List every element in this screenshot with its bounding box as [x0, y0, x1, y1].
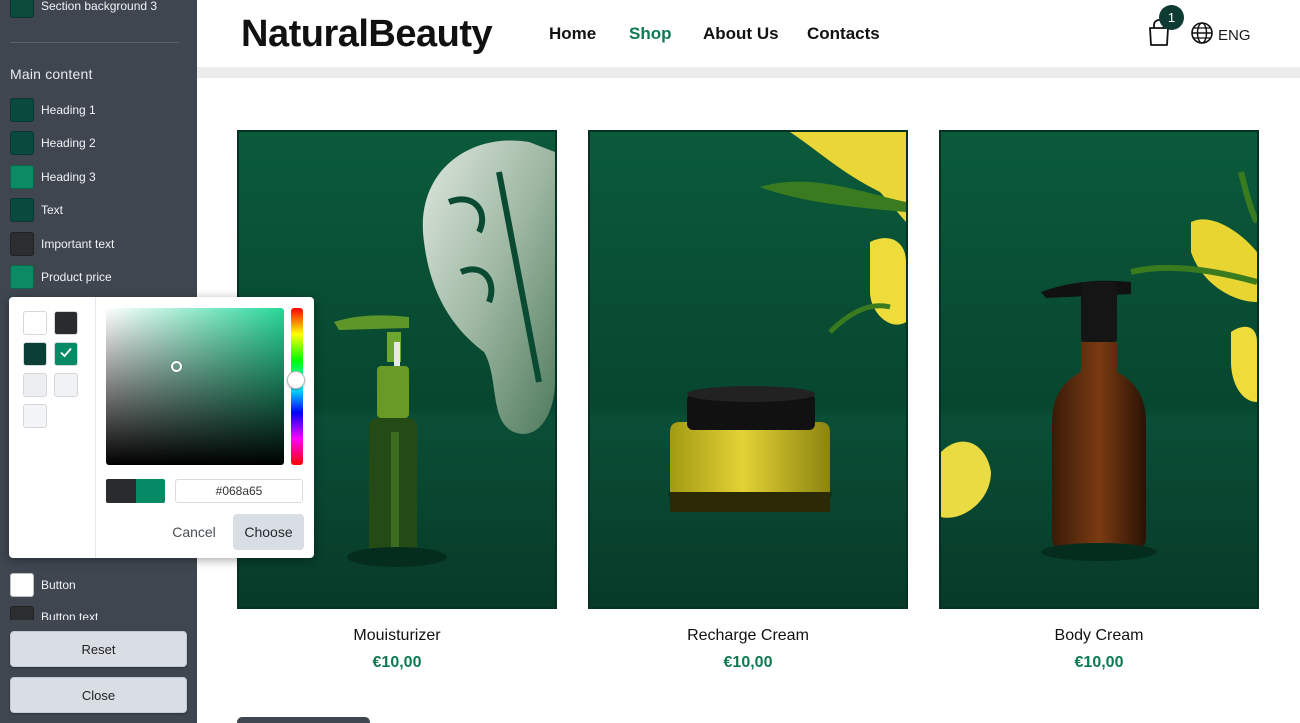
color-row-label: Text [41, 203, 64, 217]
globe-icon [1190, 21, 1214, 50]
product-name[interactable]: Recharge Cream [588, 627, 908, 645]
load-more-button[interactable] [237, 717, 370, 723]
header-shadow-strip [197, 67, 1300, 78]
section-title-main-content: Main content [10, 66, 93, 82]
color-swatch[interactable] [10, 98, 34, 122]
divider [10, 42, 179, 43]
site-header: NaturalBeauty Home Shop About Us Contact… [197, 0, 1300, 67]
color-row-heading-2[interactable]: Heading 2 [10, 131, 96, 155]
nav-home[interactable]: Home [549, 24, 596, 44]
color-row-label: Button [41, 578, 76, 592]
color-row-label: Heading 1 [41, 103, 96, 117]
product-name[interactable]: Body Cream [939, 627, 1259, 645]
color-row-label: Heading 3 [41, 170, 96, 184]
color-swatch[interactable] [10, 606, 34, 620]
color-swatch[interactable] [10, 198, 34, 222]
cart-count-badge: 1 [1159, 5, 1184, 30]
product-price: €10,00 [372, 654, 422, 671]
close-button[interactable]: Close [10, 677, 187, 713]
hue-slider-handle[interactable] [287, 371, 305, 389]
nav-contacts[interactable]: Contacts [807, 24, 880, 44]
preset-swatch[interactable] [54, 311, 78, 335]
color-swatch[interactable] [10, 573, 34, 597]
choose-button[interactable]: Choose [233, 514, 304, 550]
preset-swatch[interactable] [23, 373, 47, 397]
preset-swatch[interactable] [54, 373, 78, 397]
nav-shop[interactable]: Shop [629, 24, 672, 44]
color-swatch[interactable] [10, 0, 34, 18]
product-price: €10,00 [1074, 654, 1124, 671]
preset-swatches-column [9, 297, 96, 558]
color-compare-preview [106, 479, 165, 503]
saturation-handle[interactable] [171, 361, 182, 372]
color-row-section-background-3[interactable]: Section background 3 [10, 0, 157, 18]
color-row-label: Heading 2 [41, 136, 96, 150]
color-row-product-price[interactable]: Product price [10, 265, 112, 289]
product-price: €10,00 [723, 654, 773, 671]
product-image-recharge-cream[interactable] [588, 130, 908, 609]
color-row-important-text[interactable]: Important text [10, 232, 114, 256]
preset-swatch[interactable] [23, 311, 47, 335]
previous-color-preview [106, 479, 136, 503]
color-row-label: Button text [41, 610, 99, 620]
color-swatch[interactable] [10, 165, 34, 189]
color-swatch[interactable] [10, 265, 34, 289]
color-row-button-text[interactable]: Button text [10, 606, 98, 620]
language-selector[interactable]: ENG [1190, 21, 1251, 50]
color-picker-popover: Cancel Choose [9, 297, 314, 558]
color-swatch[interactable] [10, 131, 34, 155]
hex-color-input[interactable] [175, 479, 303, 503]
color-row-label: Product price [41, 270, 112, 284]
color-row-text[interactable]: Text [10, 198, 63, 222]
nav-about-us[interactable]: About Us [703, 24, 779, 44]
color-row-label: Important text [41, 237, 115, 251]
color-row-heading-1[interactable]: Heading 1 [10, 98, 96, 122]
product-image-body-cream[interactable] [939, 130, 1259, 609]
reset-button[interactable]: Reset [10, 631, 187, 667]
preset-swatch[interactable] [23, 342, 47, 366]
color-row-button[interactable]: Button [10, 573, 76, 597]
color-row-heading-3[interactable]: Heading 3 [10, 165, 96, 189]
color-row-label: Section background 3 [41, 0, 158, 13]
saturation-value-area[interactable] [106, 308, 284, 465]
language-label: ENG [1218, 27, 1251, 44]
new-color-preview [135, 479, 165, 503]
cancel-button[interactable]: Cancel [164, 514, 224, 550]
preset-swatch-selected[interactable] [54, 342, 78, 366]
color-swatch[interactable] [10, 232, 34, 256]
site-logo[interactable]: NaturalBeauty [241, 13, 493, 56]
preset-swatch[interactable] [23, 404, 47, 428]
product-name[interactable]: Mouisturizer [237, 627, 557, 645]
checkmark-icon [59, 345, 73, 364]
